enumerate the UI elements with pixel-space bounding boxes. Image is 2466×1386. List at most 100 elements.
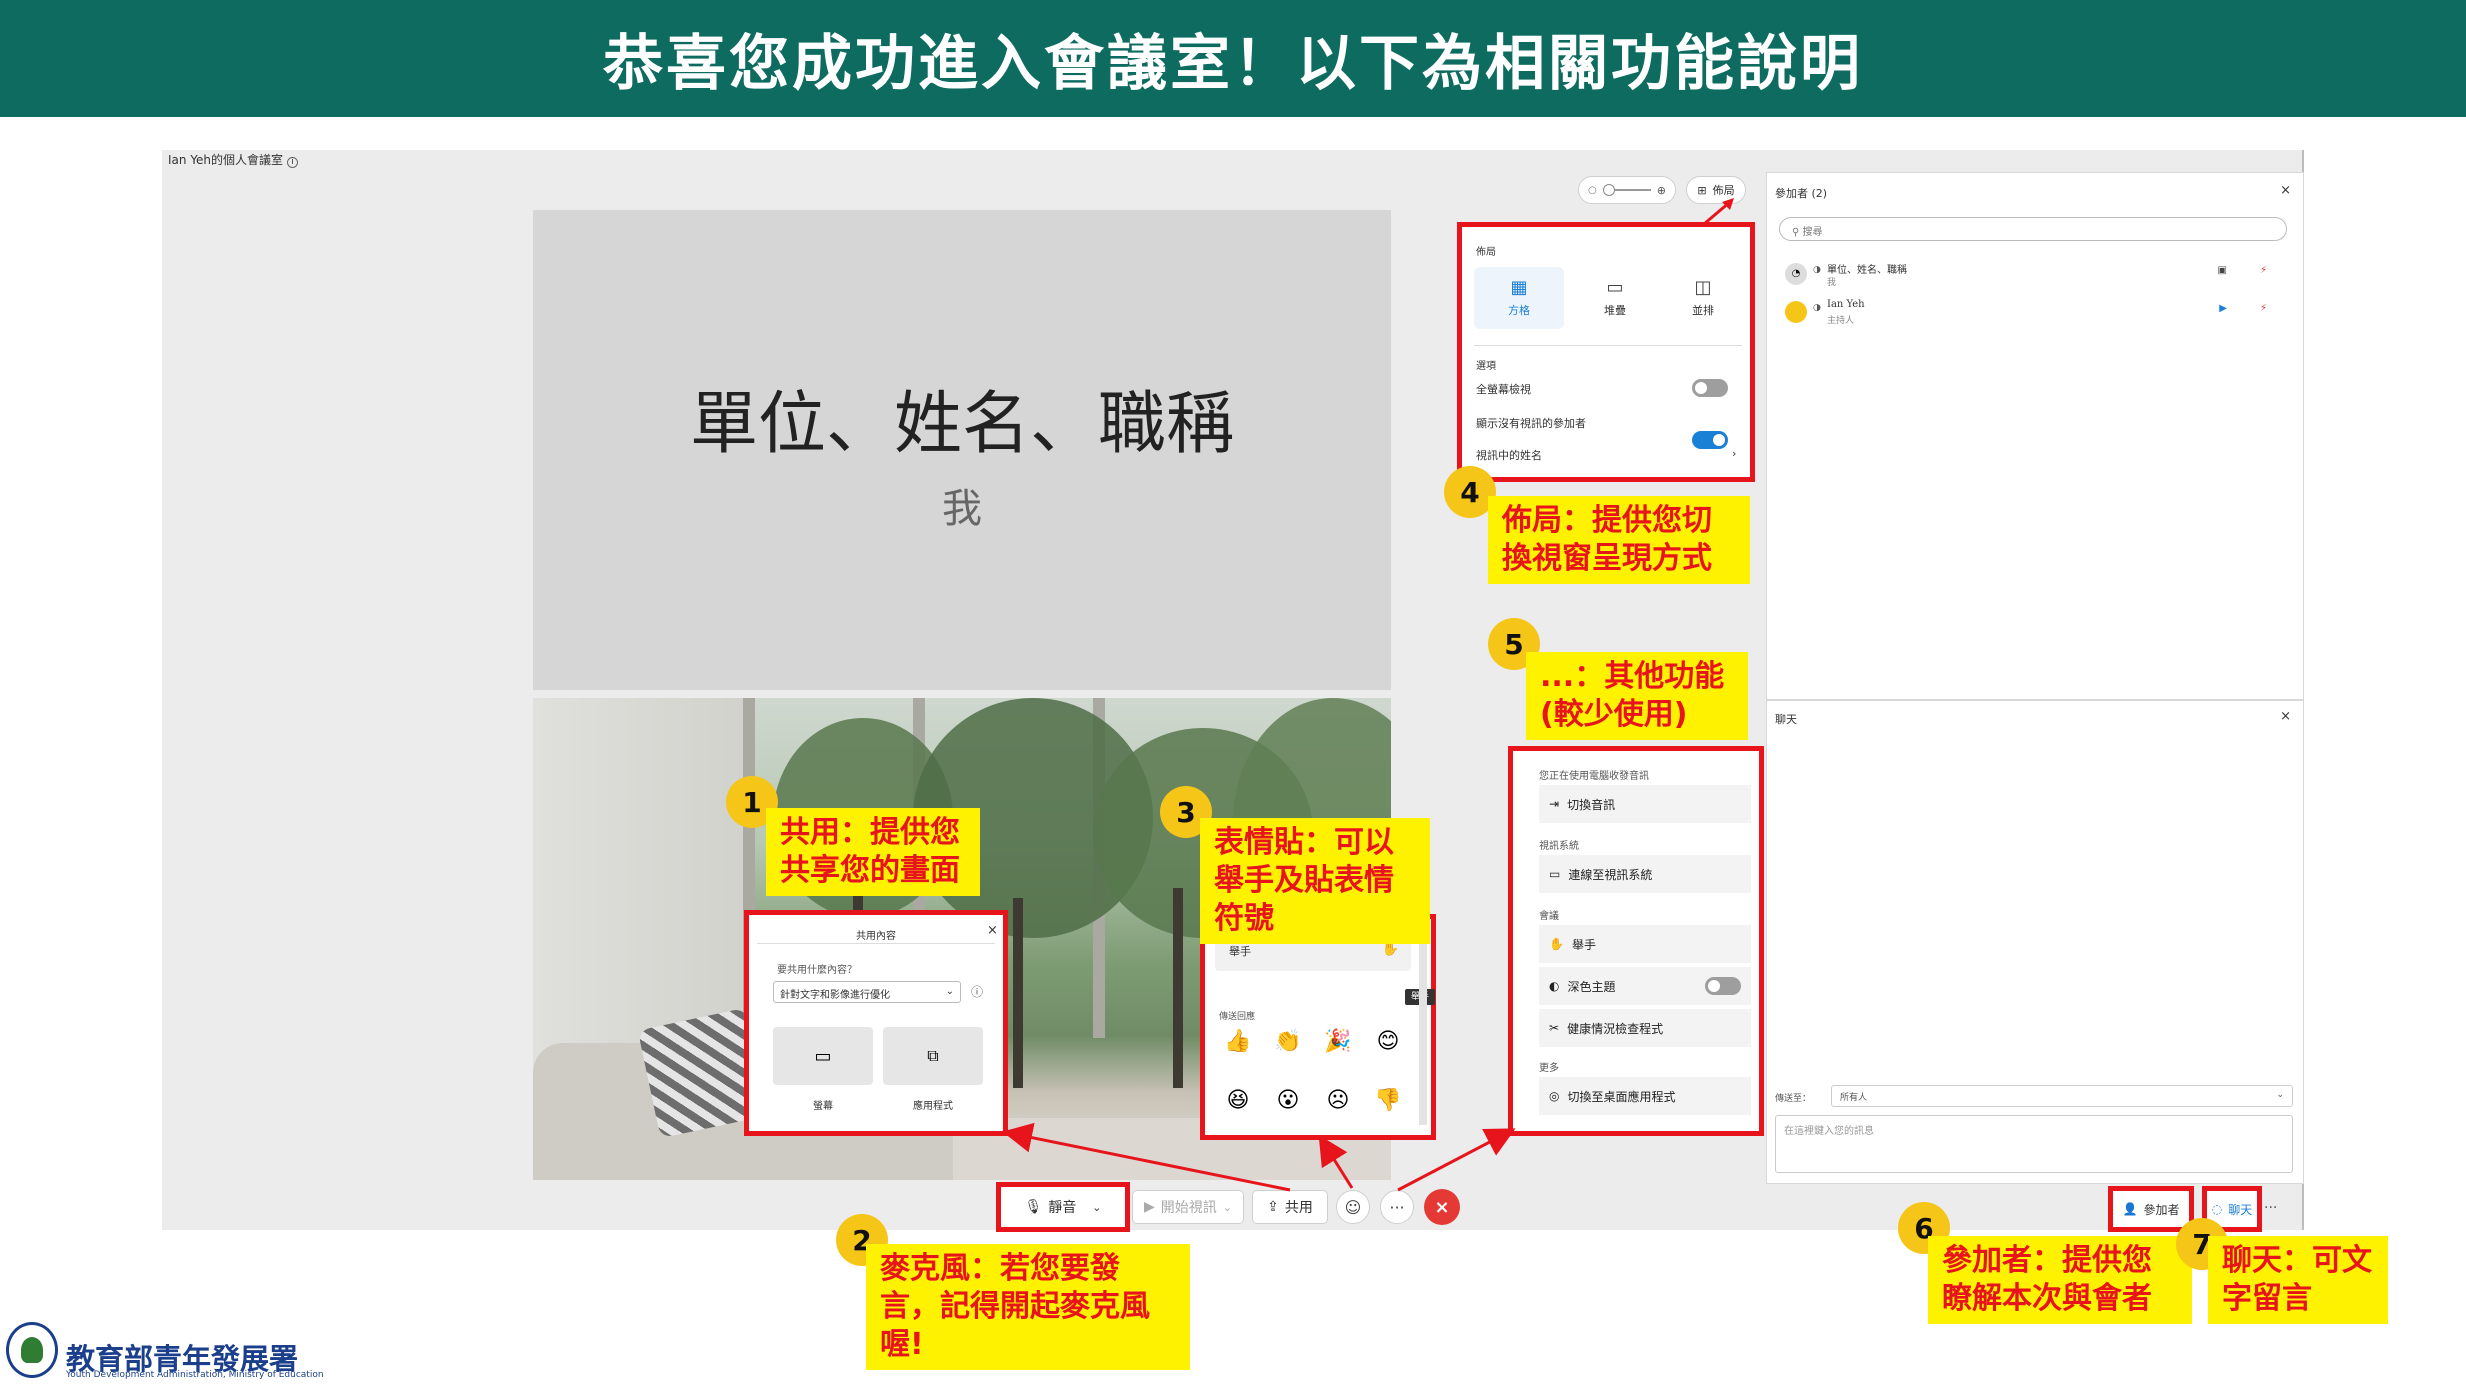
share-icon: ▣ <box>2217 265 2227 276</box>
show-no-video-toggle[interactable] <box>1692 431 1728 449</box>
participants-button[interactable]: 👤 參加者 <box>2108 1186 2194 1232</box>
room-title: Ian Yeh的個人會議室 i <box>168 151 299 168</box>
participant-search-input[interactable]: ⚲ 搜尋 <box>1779 217 2287 241</box>
participant-row[interactable]: ◑ Ian Yeh 主持人 ▶ ⚡ <box>1779 297 2287 327</box>
close-icon[interactable]: × <box>987 923 998 938</box>
close-icon: × <box>1434 1196 1450 1218</box>
participant-row[interactable]: ◔ ◑ 單位、姓名、職稱 我 ▣ ⚡ <box>1779 259 2287 289</box>
share-app-button[interactable]: ⧉ <box>883 1027 983 1085</box>
ministry-logo-emblem <box>6 1322 58 1378</box>
monitor-icon: ▭ <box>814 1045 832 1067</box>
emoji-grid: 👍 👏 🎉 😊 😆 😮 ☹ 👎 <box>1213 1029 1413 1129</box>
reactions-section-label: 傳送回應 <box>1219 1012 1256 1022</box>
desktop-app-icon: ◎ <box>1549 1089 1560 1103</box>
more-group-label: 更多 <box>1539 1063 1559 1074</box>
participants-panel: 參加者 (2) × ⚲ 搜尋 ◔ ◑ 單位、姓名、職稱 我 ▣ ⚡ ◑ Ian … <box>1766 172 2304 700</box>
microphone-icon: 🎙 <box>1024 1199 1043 1215</box>
dark-theme-toggle[interactable] <box>1705 977 1741 995</box>
grid-icon: ▦ <box>1510 277 1528 298</box>
info-icon[interactable]: ⓘ <box>971 983 983 1000</box>
theme-icon: ◐ <box>1549 979 1560 993</box>
hand-icon: ✋ <box>1549 937 1564 951</box>
sad-icon[interactable]: ☹ <box>1313 1088 1363 1129</box>
share-button[interactable]: ⇪ 共用 <box>1252 1190 1328 1224</box>
end-call-button[interactable]: × <box>1424 1189 1460 1225</box>
chevron-down-icon: ⌄ <box>945 986 954 997</box>
thumbs-up-icon[interactable]: 👍 <box>1213 1029 1263 1070</box>
celebrate-icon[interactable]: 🎉 <box>1313 1029 1363 1070</box>
thumbs-down-icon[interactable]: 👎 <box>1363 1088 1413 1129</box>
mute-button[interactable]: 🎙 靜音 ⌄ <box>996 1182 1130 1232</box>
callout-participants: 參加者：提供您瞭解本次與會者 <box>1928 1236 2192 1324</box>
chevron-down-icon: ⌄ <box>2276 1090 2284 1100</box>
chat-to-label: 傳送至： <box>1775 1094 1812 1104</box>
more-options-button[interactable]: ··· <box>1380 1190 1414 1224</box>
share-app-label: 應用程式 <box>913 1101 953 1112</box>
layout-icon: ⊞ <box>1697 183 1707 197</box>
search-icon: ⚲ <box>1792 227 1800 238</box>
reactions-button[interactable]: ☺ <box>1336 1190 1370 1224</box>
tile-participant-name: 單位、姓名、職稱 <box>689 385 1234 464</box>
share-popup-title: 共用內容 <box>856 931 896 942</box>
share-icon: ⇪ <box>1267 1199 1279 1215</box>
layout-option-stack[interactable]: ▭ 堆疊 <box>1570 267 1660 329</box>
video-system-icon: ▭ <box>1549 867 1561 881</box>
options-section-label: 選項 <box>1476 361 1496 372</box>
zoom-slider[interactable]: ○ ⊕ <box>1578 176 1676 204</box>
stack-icon: ▭ <box>1606 277 1624 298</box>
audio-switch-icon: ⇥ <box>1549 797 1560 811</box>
layout-option-side-by-side[interactable]: ◫ 並排 <box>1658 267 1748 329</box>
smile-icon: ☺ <box>1344 1197 1362 1217</box>
participants-title: 參加者 (2) <box>1775 187 1828 200</box>
switch-desktop-app-item[interactable]: ◎ 切換至桌面應用程式 <box>1539 1077 1751 1115</box>
info-icon[interactable]: i <box>287 157 299 168</box>
chevron-right-icon: › <box>1732 447 1737 460</box>
chat-message-input[interactable]: 在這裡鍵入您的訊息 <box>1775 1115 2293 1173</box>
app-window-icon: ⧉ <box>927 1046 939 1065</box>
connect-video-system-item[interactable]: ▭ 連線至視訊系統 <box>1539 855 1751 893</box>
dark-theme-item[interactable]: ◐ 深色主題 <box>1539 967 1751 1005</box>
more-menu: 您正在使用電腦收發音訊 ⇥ 切換音訊 視訊系統 ▭ 連線至視訊系統 會議 ✋ 舉手 ◐… <box>1508 746 1764 1136</box>
avatar <box>1785 301 1807 323</box>
close-icon[interactable]: × <box>2280 709 2291 724</box>
meeting-group-label: 會議 <box>1539 911 1559 922</box>
share-screen-label: 螢幕 <box>813 1101 833 1112</box>
chat-title: 聊天 <box>1775 713 1797 726</box>
reactions-popup: 舉手 ✋ 舉手 傳送回應 👍 👏 🎉 😊 😆 😮 ☹ 👎 <box>1200 914 1436 1140</box>
scrollbar[interactable] <box>1419 925 1427 1125</box>
start-video-button[interactable]: ▶ 開始視訊 ⌄ <box>1132 1190 1244 1224</box>
surprised-icon[interactable]: 😮 <box>1263 1088 1313 1129</box>
camera-icon: ▶ <box>1144 1199 1155 1215</box>
chat-recipient-select[interactable]: 所有人 ⌄ <box>1831 1085 2293 1107</box>
share-optimize-select[interactable]: 針對文字和影像進行優化 ⌄ <box>773 981 961 1003</box>
switch-audio-item[interactable]: ⇥ 切換音訊 <box>1539 785 1751 823</box>
close-icon[interactable]: × <box>2280 183 2291 198</box>
callout-chat: 聊天：可文字留言 <box>2208 1236 2388 1324</box>
share-screen-button[interactable]: ▭ <box>773 1027 873 1085</box>
health-checker-item[interactable]: ✂ 健康情況檢查程式 <box>1539 1009 1751 1047</box>
fullscreen-label: 全螢幕檢視 <box>1476 383 1531 396</box>
video-system-group-label: 視訊系統 <box>1539 841 1579 852</box>
tile-participant-self: 我 <box>942 486 982 532</box>
layout-menu-title: 佈局 <box>1476 247 1496 258</box>
tools-icon: ✂ <box>1549 1021 1560 1035</box>
layout-option-grid[interactable]: ▦ 方格 <box>1474 267 1564 329</box>
side-by-side-icon: ◫ <box>1694 277 1712 298</box>
smile-icon[interactable]: 😊 <box>1363 1029 1413 1070</box>
page-header: 恭喜您成功進入會議室！以下為相關功能說明 <box>0 0 2466 117</box>
laugh-icon[interactable]: 😆 <box>1213 1088 1263 1129</box>
raise-hand-item[interactable]: ✋ 舉手 <box>1539 925 1751 963</box>
callout-reactions: 表情貼：可以舉手及貼表情符號 <box>1200 818 1430 944</box>
clap-icon[interactable]: 👏 <box>1263 1029 1313 1070</box>
names-in-video-item[interactable]: 視訊中的姓名 <box>1476 447 1542 463</box>
arrow-to-layout <box>1703 198 1734 226</box>
audio-icon: ◑ <box>1813 265 1821 275</box>
more-options-button[interactable]: ··· <box>2264 1200 2277 1216</box>
person-icon: 👤 <box>2122 1202 2138 1216</box>
fullscreen-toggle[interactable] <box>1692 379 1728 397</box>
avatar: ◔ <box>1785 263 1807 285</box>
chevron-down-icon: ⌄ <box>1222 1200 1232 1214</box>
chevron-down-icon: ⌄ <box>1092 1200 1102 1214</box>
mic-muted-icon: ⚡ <box>2259 303 2267 314</box>
audio-group-label: 您正在使用電腦收發音訊 <box>1539 771 1649 782</box>
